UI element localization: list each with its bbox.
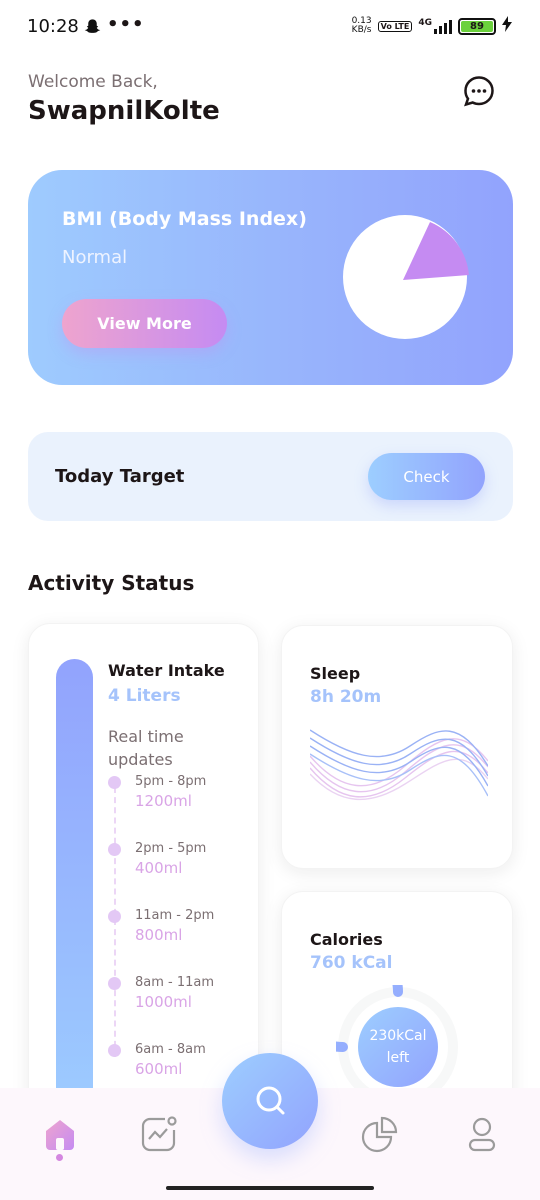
bmi-status: Normal	[62, 247, 128, 268]
profile-icon[interactable]	[462, 1114, 502, 1154]
status-icons: 0.13 KB/s Vo LTE 4G 89	[352, 16, 512, 36]
sleep-card[interactable]: Sleep 8h 20m	[281, 625, 513, 869]
water-intake-amount: 4 Liters	[108, 686, 181, 706]
timeline-time: 8am - 11am	[135, 975, 215, 990]
chat-bubble-icon[interactable]	[463, 75, 495, 107]
timeline-time: 11am - 2pm	[135, 908, 215, 923]
sleep-value: 8h 20m	[310, 687, 382, 707]
timeline-amount: 1200ml	[135, 792, 192, 810]
timeline-time: 5pm - 8pm	[135, 774, 207, 789]
bmi-pie-chart: 23.1	[343, 215, 469, 339]
timeline-amount: 600ml	[135, 1060, 183, 1078]
network-type: 4G	[418, 18, 432, 28]
timeline-dot	[108, 1044, 121, 1057]
net-speed-unit: KB/s	[351, 25, 372, 35]
timeline-amount: 1000ml	[135, 993, 192, 1011]
timeline-time: 6am - 8am	[135, 1042, 206, 1057]
timeline-dot	[108, 776, 121, 789]
sleep-wave-graph	[310, 729, 488, 801]
bmi-card: BMI (Body Mass Index) Normal View More 2…	[28, 170, 513, 385]
water-intake-label: Water Intake	[108, 661, 225, 680]
calories-remaining-label: left	[386, 1050, 410, 1066]
more-notifications-icon: •••	[107, 14, 145, 35]
pie-chart-icon[interactable]	[360, 1114, 400, 1154]
search-button[interactable]	[222, 1053, 318, 1149]
username: SwapnilKolte	[28, 96, 220, 126]
volte-badge: Vo LTE	[377, 20, 413, 32]
calories-remaining-value: 230kCal	[369, 1028, 427, 1044]
view-more-button[interactable]: View More	[62, 299, 227, 348]
status-time: 10:28	[27, 16, 79, 37]
timeline-amount: 400ml	[135, 859, 183, 877]
timeline-dot	[108, 977, 121, 990]
battery-level: 89	[461, 20, 493, 32]
bmi-title: BMI (Body Mass Index)	[62, 208, 307, 230]
check-button[interactable]: Check	[368, 453, 485, 500]
battery-icon: 89	[458, 17, 496, 35]
welcome-text: Welcome Back,	[28, 72, 158, 92]
timeline-amount: 800ml	[135, 926, 183, 944]
activity-chart-icon[interactable]	[139, 1114, 179, 1154]
activity-status-title: Activity Status	[28, 571, 195, 595]
status-bar: 10:28 ••• 0.13 KB/s Vo LTE 4G 89	[0, 0, 540, 56]
sleep-label: Sleep	[310, 664, 361, 683]
signal-icon: 4G	[418, 18, 452, 34]
timeline-time: 2pm - 5pm	[135, 841, 207, 856]
snapchat-ghost-icon	[84, 18, 101, 40]
calories-remaining: 230kCal left	[358, 1007, 438, 1087]
water-progress-bar	[56, 659, 93, 1139]
today-target-card: Today Target Check	[28, 432, 513, 521]
search-icon	[256, 1086, 285, 1115]
timeline-dot	[108, 910, 121, 923]
bolt-icon	[502, 16, 512, 36]
home-indicator[interactable]	[166, 1186, 374, 1190]
calories-value: 760 kCal	[310, 953, 393, 973]
calories-label: Calories	[310, 930, 383, 949]
active-nav-indicator	[56, 1154, 63, 1161]
realtime-updates-label: Real time updates	[108, 727, 184, 769]
today-target-title: Today Target	[55, 466, 185, 487]
network-speed: 0.13 KB/s	[352, 17, 372, 35]
timeline-dot	[108, 843, 121, 856]
home-icon[interactable]	[40, 1114, 80, 1154]
bmi-value: 23.1	[417, 296, 449, 311]
